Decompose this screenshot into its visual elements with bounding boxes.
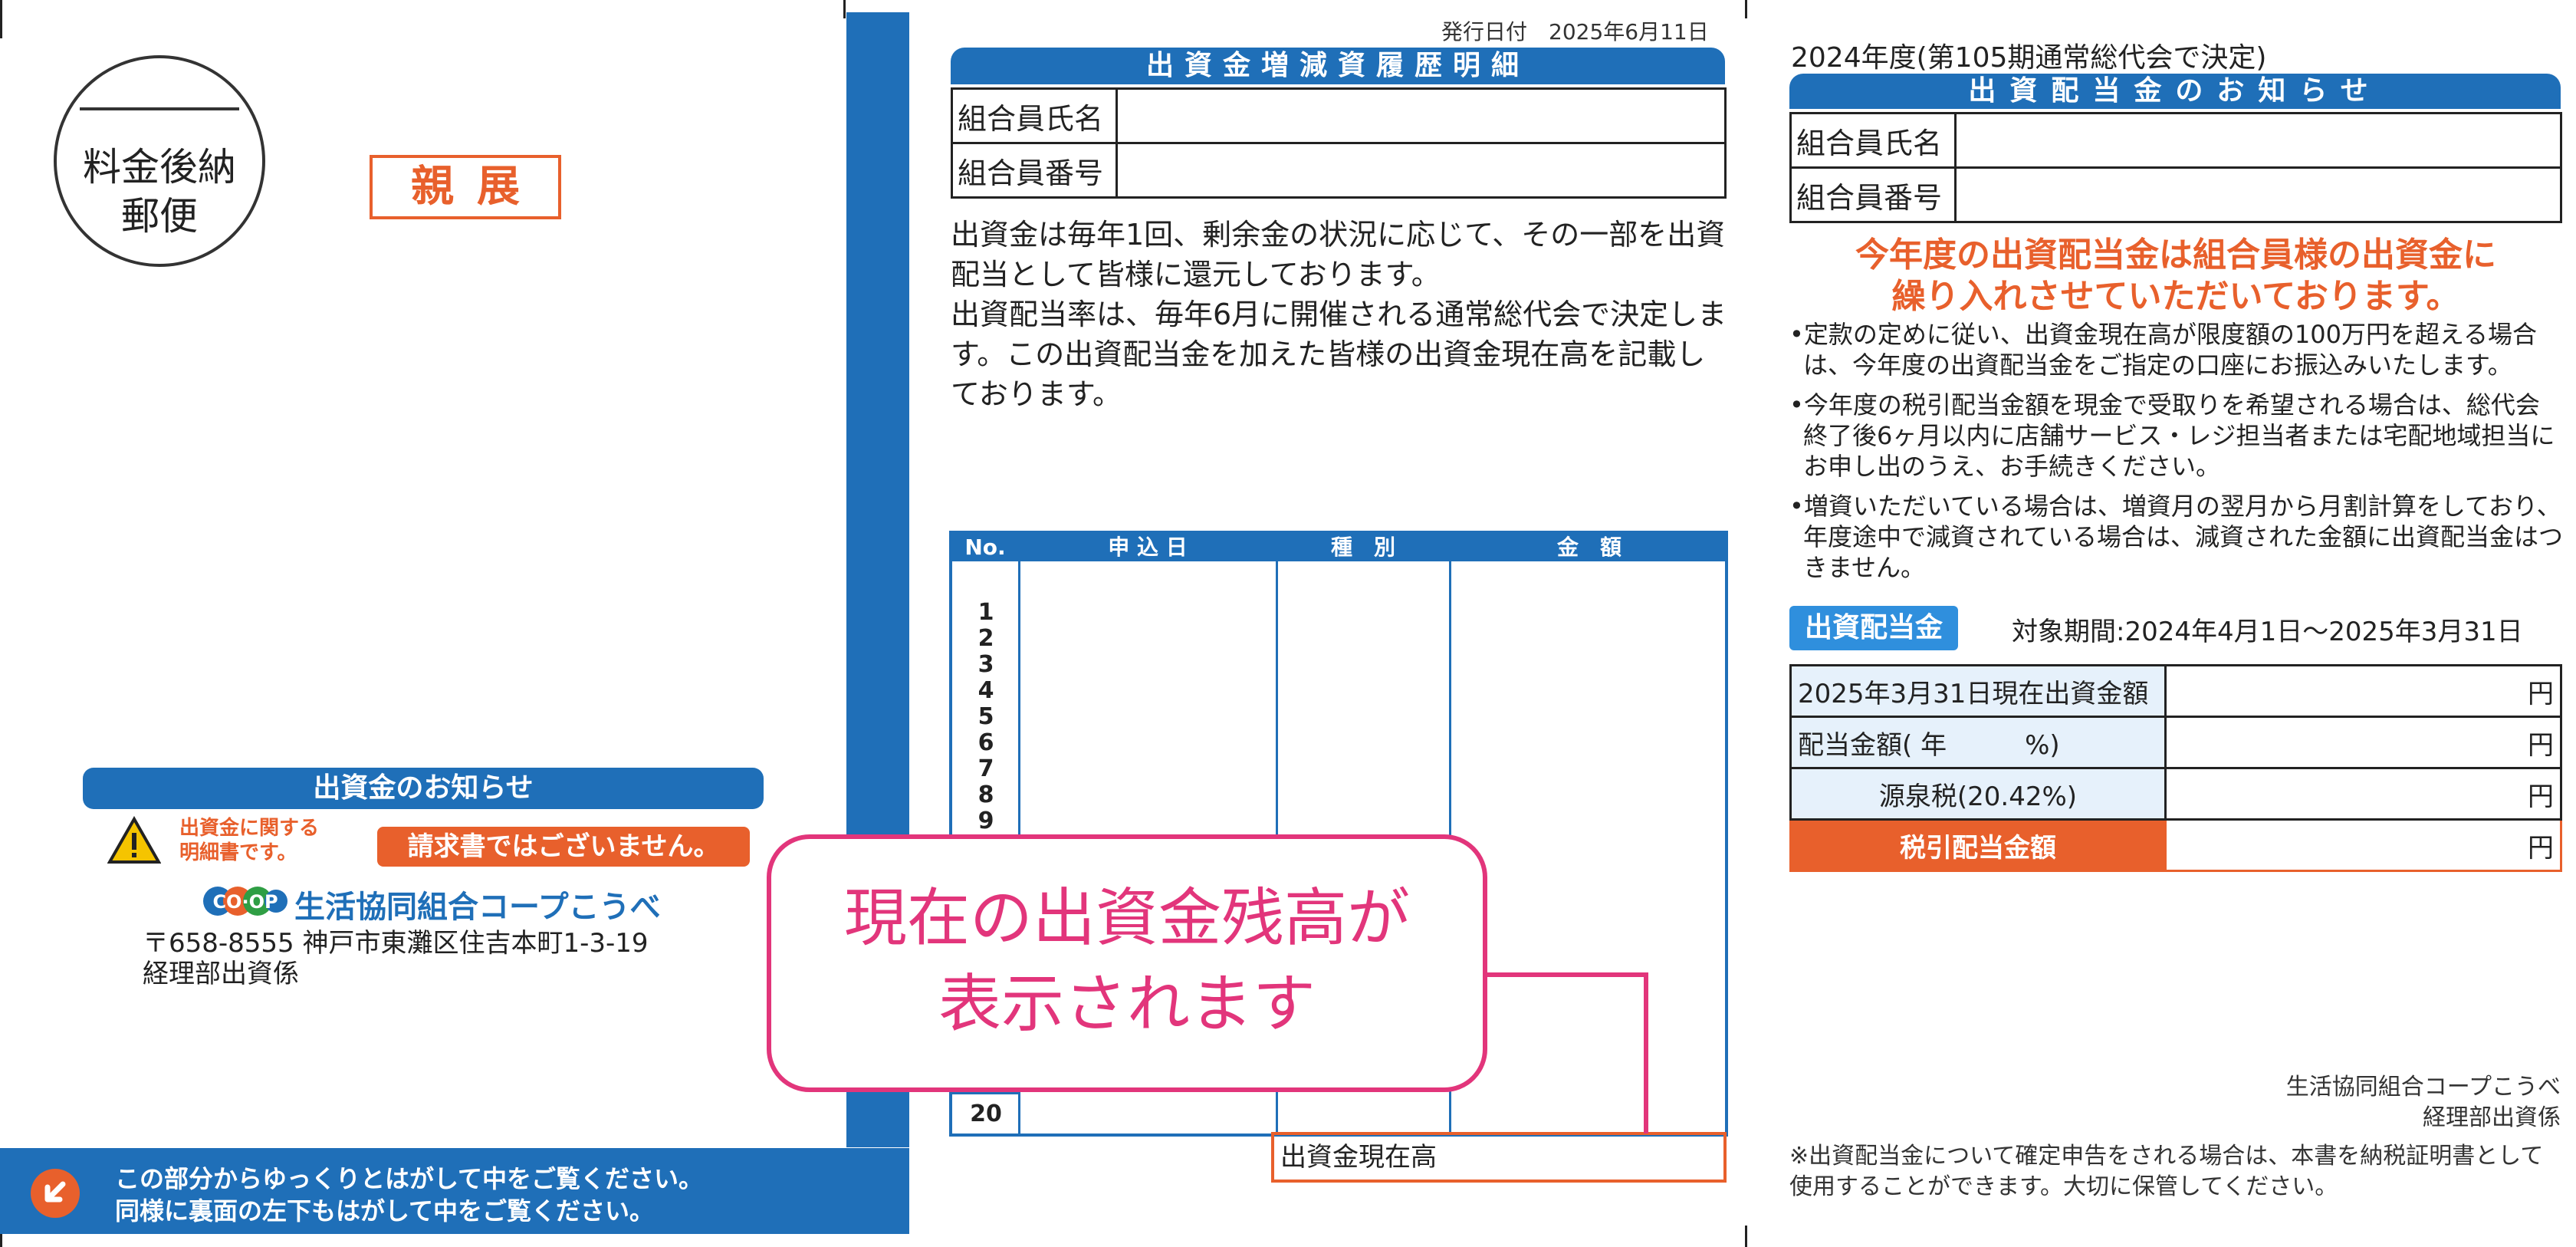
note-item: •増資いただいている場合は、増資月の翌月から月割計算をしており、年度途中で減資さ… [1789,492,2564,582]
crop-mark [0,0,2,38]
history-title: 出資金増減資履歴明細 [951,48,1725,84]
col-date: 申 込 日 [1108,535,1188,560]
history-table-header: No. 申 込 日 種 別 金 額 [952,534,1725,561]
col-amount: 金 額 [1556,535,1622,560]
crop-mark [1745,1226,1747,1247]
callout-leader [1644,972,1648,1133]
postage-stamp-mark: 料金後納 郵便 [54,55,265,267]
dividend-calc-table: 2025年3月31日現在出資金額 円 配当金額( 年 %) 円 源泉税(20.4… [1789,664,2562,872]
member-number-field [1954,166,2562,223]
not-invoice-badge: 請求書ではございません。 [377,827,750,867]
col-type: 種 別 [1330,535,1395,560]
warning-text: 出資金に関する 明細書です。 [179,817,320,864]
target-period: 対象期間:2024年4月1日〜2025年3月31日 [2012,617,2523,647]
coop-name: 生活協同組合コープこうべ [294,890,661,925]
col-no: No. [964,535,1006,560]
crop-mark [1745,0,1747,18]
note-item: •今年度の税引配当金額を現金で受取りを希望される場合は、総代会終了後6ヶ月以内に… [1789,390,2555,481]
dividend-member-table: 組合員氏名 組合員番号 [1789,112,2562,223]
member-number-field [1116,142,1727,199]
peel-instruction-text: この部分からゆっくりとはがして中をご覧ください。 同様に裏面の左下もはがして中を… [115,1164,704,1226]
stamp-text: 料金後納 郵便 [83,145,236,239]
table-row: 2025年3月31日現在出資金額 円 [1789,664,2562,718]
row-numbers: 1 2 3 4 5 6 7 8 9 [978,599,994,834]
member-name-field [1116,87,1727,144]
warning-icon [107,816,161,864]
crop-mark [843,0,846,18]
balance-cell: 出資金現在高 [1271,1132,1727,1183]
notice-title: 出資金のお知らせ [83,768,764,809]
arrow-down-left-icon [31,1169,80,1218]
dividend-headline: 今年度の出資配当金は組合員様の出資金に 繰り入れさせていただいております。 [1855,235,2496,316]
net-dividend-value: 円 [2164,818,2562,872]
member-number-label: 組合員番号 [951,142,1118,199]
dividend-badge: 出資配当金 [1789,606,1958,650]
callout-leader [1486,972,1648,977]
mailing-address: 〒658-8555 神戸市東灘区住吉本町1-3-19 経理部出資係 [143,928,649,989]
row-number-last: 20 [952,1092,1020,1127]
withholding-tax-value: 円 [2164,767,2562,821]
issuer: 生活協同組合コープこうべ 経理部出資係 [2285,1074,2561,1131]
capital-amount-value: 円 [2164,664,2562,718]
fiscal-year: 2024年度(第105期通常総代会で決定) [1791,42,2267,74]
dividend-title: 出資配当金のお知らせ [1789,74,2561,109]
dividend-notes: •定款の定めに従い、出資金現在高が限度額の100万円を超える場合は、今年度の出資… [1789,319,2564,592]
withholding-tax-label: 源泉税(20.42%) [1789,767,2167,821]
coop-logo-icon: CO·OP [203,887,288,916]
stamp-divider [80,107,239,110]
dividend-amount-label: 配当金額( 年 %) [1789,716,2167,769]
member-name-label: 組合員氏名 [1789,112,1957,169]
member-name-field [1954,112,2562,169]
dividend-amount-value: 円 [2164,716,2562,769]
coop-logo-text: CO·OP [212,891,278,913]
balance-callout: 現在の出資金残高が 表示されます [767,834,1487,1092]
member-number-label: 組合員番号 [1789,166,1957,223]
net-dividend-label: 税引配当金額 [1789,818,2167,872]
history-description: 出資金は毎年1回、剰余金の状況に応じて、その一部を出資配当として皆様に還元してお… [951,218,1727,411]
table-row: 源泉税(20.42%) 円 [1789,767,2562,821]
issue-date: 発行日付 2025年6月11日 [1441,19,1709,44]
table-row: 税引配当金額 円 [1789,818,2562,872]
note-item: •定款の定めに従い、出資金現在高が限度額の100万円を超える場合は、今年度の出資… [1789,320,2537,380]
capital-amount-label: 2025年3月31日現在出資金額 [1789,664,2167,718]
confidential-stamp: 親展 [370,155,561,219]
history-member-table: 組合員氏名 組合員番号 [951,87,1727,199]
footnote: ※出資配当金について確定申告をされる場合は、本書を納税証明書として使用することが… [1789,1143,2544,1200]
table-row: 配当金額( 年 %) 円 [1789,716,2562,769]
member-name-label: 組合員氏名 [951,87,1118,144]
